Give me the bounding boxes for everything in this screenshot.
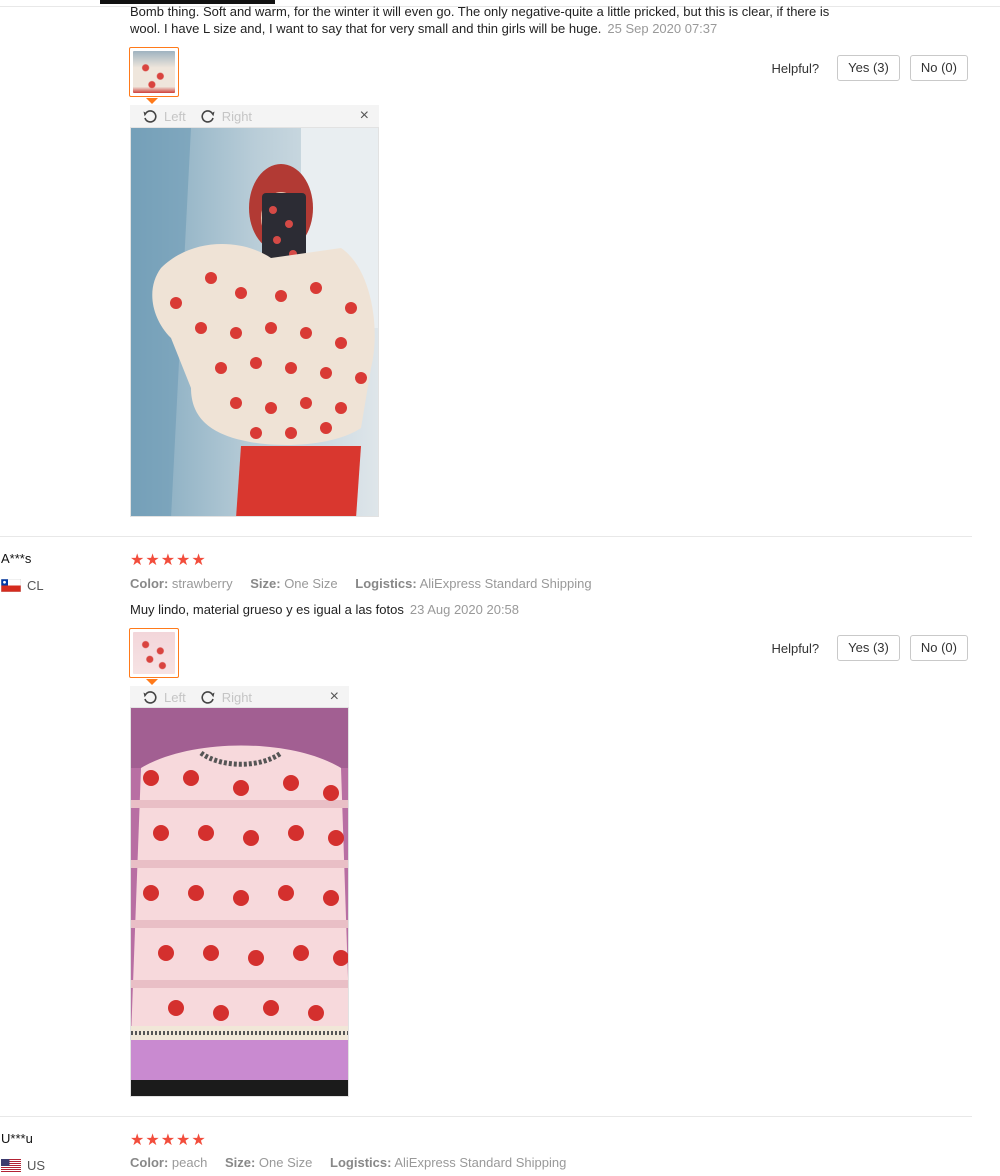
review-1-rotate-left-button[interactable]: Left — [142, 108, 186, 124]
color-key: Color: — [130, 1155, 169, 1170]
rotate-right-label: Right — [221, 689, 253, 705]
review-2-text: Muy lindo, material grueso y es igual a … — [130, 602, 404, 617]
review-1-photo — [130, 127, 379, 517]
review-2-no-button[interactable]: No (0) — [909, 635, 968, 661]
review-1-thumbnail[interactable] — [129, 47, 179, 97]
review-1-yes-button[interactable]: Yes (3) — [837, 55, 900, 81]
review-2-rotate-right-button[interactable]: Right — [200, 689, 252, 705]
size-key: Size: — [250, 576, 281, 591]
review-3-user-name: U***u — [1, 1131, 33, 1146]
review-2-photo — [130, 707, 349, 1097]
rotate-left-label: Left — [164, 689, 186, 705]
rotate-right-label: Right — [221, 108, 253, 124]
review-1-body: Bomb thing. Soft and warm, for the winte… — [130, 3, 850, 37]
review-2-close-icon[interactable]: × — [330, 688, 339, 706]
helpful-label: Helpful? — [771, 60, 820, 76]
review-2-country-code: CL — [27, 578, 44, 593]
review-1-rotate-right-button[interactable]: Right — [200, 108, 252, 124]
review-2-yes-button[interactable]: Yes (3) — [837, 635, 900, 661]
color-value: peach — [171, 1155, 208, 1170]
review-divider — [0, 536, 972, 537]
review-divider — [0, 1116, 972, 1117]
review-2-body: Muy lindo, material grueso y es igual a … — [130, 601, 850, 618]
review-2-country: CL — [1, 578, 44, 593]
review-3-country: US — [1, 1158, 45, 1173]
review-2-date: 23 Aug 2020 20:58 — [409, 602, 520, 617]
us-flag-icon — [1, 1159, 21, 1172]
rotate-right-icon — [201, 110, 215, 123]
review-1-no-button[interactable]: No (0) — [909, 55, 968, 81]
review-1-date: 25 Sep 2020 07:37 — [607, 21, 718, 36]
rotate-right-icon — [201, 691, 215, 704]
color-value: strawberry — [171, 576, 233, 591]
logistics-key: Logistics: — [330, 1155, 392, 1170]
rotate-left-icon — [143, 110, 157, 123]
review-2-thumbnail[interactable] — [129, 628, 179, 678]
review-1-thumbnail-caret — [146, 98, 158, 104]
review-3-country-code: US — [27, 1158, 46, 1173]
review-2-thumbnail-image — [133, 632, 175, 674]
chile-flag-icon — [1, 579, 21, 592]
review-1-helpful: Helpful? Yes (3) No (0) — [771, 55, 968, 81]
rotate-left-icon — [143, 691, 157, 704]
review-2-user-name: A***s — [1, 551, 32, 566]
review-2-viewer-toolbar: Left Right × — [130, 686, 349, 708]
review-1-photo-image — [131, 128, 378, 516]
review-1-text: Bomb thing. Soft and warm, for the winte… — [130, 4, 830, 36]
review-2-thumbnail-caret — [146, 679, 158, 685]
size-value: One Size — [258, 1155, 313, 1170]
review-1-thumbnail-image — [133, 51, 175, 93]
review-2-stars: ★★★★★ — [130, 552, 207, 569]
review-1-close-icon[interactable]: × — [360, 107, 369, 125]
review-1-viewer-toolbar: Left Right × — [130, 105, 379, 127]
review-3-stars: ★★★★★ — [130, 1132, 207, 1149]
logistics-value: AliExpress Standard Shipping — [419, 576, 592, 591]
rotate-left-label: Left — [164, 108, 186, 124]
helpful-label: Helpful? — [771, 640, 820, 656]
logistics-value: AliExpress Standard Shipping — [394, 1155, 567, 1170]
size-value: One Size — [284, 576, 338, 591]
logistics-key: Logistics: — [355, 576, 417, 591]
review-2-attributes: Color: strawberry Size: One Size Logisti… — [130, 576, 606, 591]
review-2-helpful: Helpful? Yes (3) No (0) — [771, 635, 968, 661]
review-2-rotate-left-button[interactable]: Left — [142, 689, 186, 705]
review-3-attributes: Color: peach Size: One Size Logistics: A… — [130, 1155, 580, 1170]
color-key: Color: — [130, 576, 169, 591]
size-key: Size: — [224, 1155, 256, 1170]
review-2-photo-image — [131, 708, 348, 1096]
